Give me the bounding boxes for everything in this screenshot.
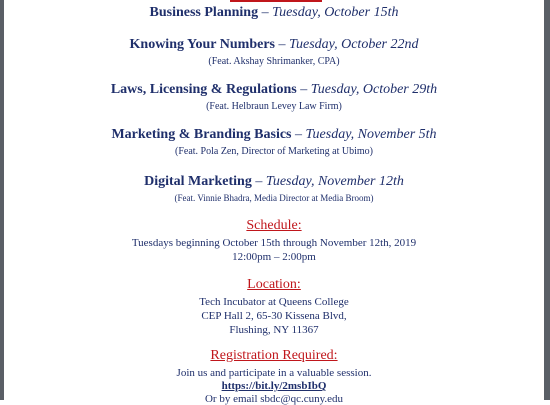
session-dash: – (291, 127, 306, 142)
session-title: Knowing Your Numbers (129, 37, 275, 52)
registration-heading: Registration Required: (210, 348, 338, 363)
session-marketing-branding: Marketing & Branding Basics – Tuesday, N… (4, 125, 544, 157)
session-title: Digital Marketing (144, 174, 252, 189)
window-border-right (544, 0, 550, 400)
session-dash: – (296, 82, 311, 97)
location-venue: Tech Incubator at Queens College (199, 296, 349, 308)
session-date: Tuesday, November 12th (265, 174, 404, 189)
session-date: Tuesday, October 29th (310, 82, 438, 97)
session-business-planning: Business Planning – Tuesday, October 15t… (4, 3, 544, 21)
session-date: Tuesday, October 15th (272, 5, 399, 20)
session-dash: – (274, 37, 289, 52)
session-dash: – (251, 174, 266, 189)
location-city: Flushing, NY 11367 (229, 324, 319, 336)
schedule-dates: Tuesdays beginning October 15th through … (131, 237, 417, 249)
session-title: Laws, Licensing & Regulations (110, 82, 297, 97)
session-featured-speaker: (Feat. Vinnie Bhadra, Media Director at … (174, 193, 374, 203)
session-date: Tuesday, November 5th (305, 127, 437, 142)
registration-invite: Join us and participate in a valuable se… (176, 367, 372, 379)
session-title: Business Planning (149, 5, 259, 20)
registration-email[interactable]: Or by email sbdc@qc.cuny.edu (4, 393, 544, 405)
session-featured-speaker: (Feat. Pola Zen, Director of Marketing a… (175, 146, 373, 157)
session-title: Marketing & Branding Basics (111, 127, 292, 142)
registration-link[interactable]: https://bit.ly/2msbIbQ (222, 380, 327, 392)
top-heading-underline (230, 0, 322, 2)
session-laws-licensing: Laws, Licensing & Regulations – Tuesday,… (4, 80, 544, 112)
session-featured-speaker: (Feat. Akshay Shrimanker, CPA) (208, 56, 340, 67)
session-digital-marketing: Digital Marketing – Tuesday, November 12… (4, 172, 544, 203)
session-dash: – (258, 5, 273, 20)
schedule-time: 12:00pm – 2:00pm (232, 251, 316, 263)
location-address: CEP Hall 2, 65-30 Kissena Blvd, (201, 310, 347, 322)
location-heading: Location: (247, 277, 301, 292)
registration-link-row: https://bit.ly/2msbIbQ (4, 380, 544, 392)
session-featured-speaker: (Feat. Helbraun Levey Law Firm) (206, 101, 342, 112)
session-date: Tuesday, October 22nd (288, 37, 419, 52)
schedule-heading: Schedule: (246, 218, 302, 233)
session-knowing-your-numbers: Knowing Your Numbers – Tuesday, October … (4, 35, 544, 67)
